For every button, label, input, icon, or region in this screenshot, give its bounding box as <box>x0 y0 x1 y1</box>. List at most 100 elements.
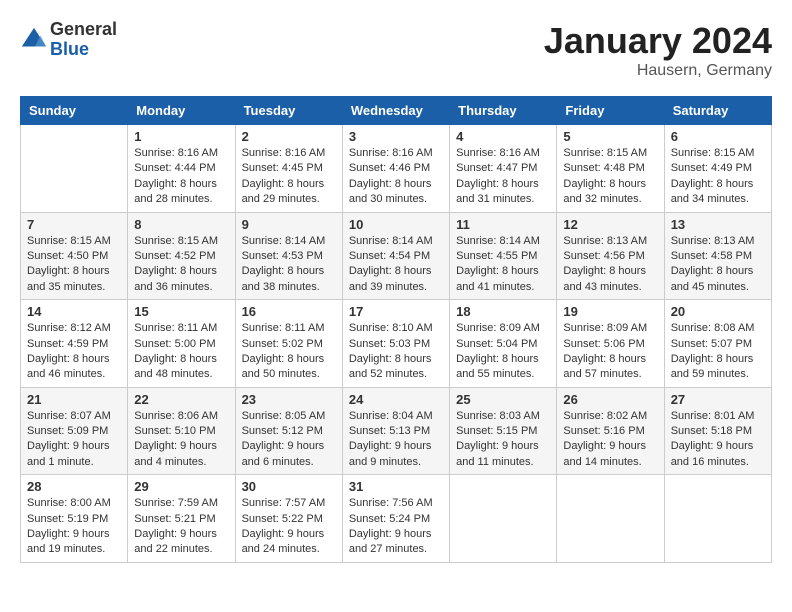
sunrise-text: Sunrise: 8:12 AM <box>27 321 121 336</box>
logo: General Blue <box>20 20 117 60</box>
day-number: 4 <box>456 129 550 144</box>
sunset-text: Sunset: 5:12 PM <box>242 424 336 439</box>
weekday-header-tuesday: Tuesday <box>235 97 342 125</box>
day-number: 26 <box>563 392 657 407</box>
day-info: Sunrise: 8:16 AMSunset: 4:47 PMDaylight:… <box>456 146 550 208</box>
weekday-header-thursday: Thursday <box>450 97 557 125</box>
calendar-cell: 24Sunrise: 8:04 AMSunset: 5:13 PMDayligh… <box>342 387 449 475</box>
calendar-cell: 9Sunrise: 8:14 AMSunset: 4:53 PMDaylight… <box>235 212 342 300</box>
calendar-cell: 31Sunrise: 7:56 AMSunset: 5:24 PMDayligh… <box>342 475 449 563</box>
day-number: 16 <box>242 304 336 319</box>
day-info: Sunrise: 8:11 AMSunset: 5:00 PMDaylight:… <box>134 321 228 383</box>
day-info: Sunrise: 8:00 AMSunset: 5:19 PMDaylight:… <box>27 496 121 558</box>
calendar-week-row: 1Sunrise: 8:16 AMSunset: 4:44 PMDaylight… <box>21 125 772 213</box>
sunset-text: Sunset: 4:44 PM <box>134 161 228 176</box>
sunrise-text: Sunrise: 8:14 AM <box>349 234 443 249</box>
sunset-text: Sunset: 5:22 PM <box>242 512 336 527</box>
day-number: 22 <box>134 392 228 407</box>
calendar-cell: 29Sunrise: 7:59 AMSunset: 5:21 PMDayligh… <box>128 475 235 563</box>
calendar-cell: 19Sunrise: 8:09 AMSunset: 5:06 PMDayligh… <box>557 300 664 388</box>
calendar-cell: 26Sunrise: 8:02 AMSunset: 5:16 PMDayligh… <box>557 387 664 475</box>
calendar-cell: 2Sunrise: 8:16 AMSunset: 4:45 PMDaylight… <box>235 125 342 213</box>
weekday-header-monday: Monday <box>128 97 235 125</box>
day-info: Sunrise: 8:15 AMSunset: 4:48 PMDaylight:… <box>563 146 657 208</box>
sunset-text: Sunset: 5:03 PM <box>349 337 443 352</box>
day-number: 11 <box>456 217 550 232</box>
daylight-text: Daylight: 9 hours and 24 minutes. <box>242 527 336 558</box>
sunrise-text: Sunrise: 8:15 AM <box>134 234 228 249</box>
day-info: Sunrise: 8:16 AMSunset: 4:45 PMDaylight:… <box>242 146 336 208</box>
calendar-week-row: 21Sunrise: 8:07 AMSunset: 5:09 PMDayligh… <box>21 387 772 475</box>
sunrise-text: Sunrise: 8:15 AM <box>563 146 657 161</box>
daylight-text: Daylight: 8 hours and 32 minutes. <box>563 177 657 208</box>
calendar-cell: 3Sunrise: 8:16 AMSunset: 4:46 PMDaylight… <box>342 125 449 213</box>
sunset-text: Sunset: 4:45 PM <box>242 161 336 176</box>
day-info: Sunrise: 8:16 AMSunset: 4:46 PMDaylight:… <box>349 146 443 208</box>
calendar-cell: 18Sunrise: 8:09 AMSunset: 5:04 PMDayligh… <box>450 300 557 388</box>
sunrise-text: Sunrise: 7:56 AM <box>349 496 443 511</box>
calendar-cell: 7Sunrise: 8:15 AMSunset: 4:50 PMDaylight… <box>21 212 128 300</box>
daylight-text: Daylight: 9 hours and 19 minutes. <box>27 527 121 558</box>
day-info: Sunrise: 8:07 AMSunset: 5:09 PMDaylight:… <box>27 409 121 471</box>
daylight-text: Daylight: 8 hours and 55 minutes. <box>456 352 550 383</box>
day-number: 14 <box>27 304 121 319</box>
calendar-cell: 22Sunrise: 8:06 AMSunset: 5:10 PMDayligh… <box>128 387 235 475</box>
sunset-text: Sunset: 4:54 PM <box>349 249 443 264</box>
sunset-text: Sunset: 5:00 PM <box>134 337 228 352</box>
daylight-text: Daylight: 8 hours and 28 minutes. <box>134 177 228 208</box>
day-info: Sunrise: 8:16 AMSunset: 4:44 PMDaylight:… <box>134 146 228 208</box>
daylight-text: Daylight: 8 hours and 50 minutes. <box>242 352 336 383</box>
daylight-text: Daylight: 9 hours and 9 minutes. <box>349 439 443 470</box>
day-info: Sunrise: 8:14 AMSunset: 4:55 PMDaylight:… <box>456 234 550 296</box>
sunset-text: Sunset: 5:24 PM <box>349 512 443 527</box>
logo-icon <box>20 26 48 54</box>
day-number: 23 <box>242 392 336 407</box>
daylight-text: Daylight: 9 hours and 27 minutes. <box>349 527 443 558</box>
sunrise-text: Sunrise: 8:00 AM <box>27 496 121 511</box>
day-info: Sunrise: 8:13 AMSunset: 4:56 PMDaylight:… <box>563 234 657 296</box>
sunrise-text: Sunrise: 8:16 AM <box>242 146 336 161</box>
daylight-text: Daylight: 9 hours and 16 minutes. <box>671 439 765 470</box>
day-info: Sunrise: 8:15 AMSunset: 4:50 PMDaylight:… <box>27 234 121 296</box>
calendar-cell: 30Sunrise: 7:57 AMSunset: 5:22 PMDayligh… <box>235 475 342 563</box>
day-number: 6 <box>671 129 765 144</box>
day-number: 28 <box>27 479 121 494</box>
day-number: 17 <box>349 304 443 319</box>
calendar-cell: 12Sunrise: 8:13 AMSunset: 4:56 PMDayligh… <box>557 212 664 300</box>
daylight-text: Daylight: 8 hours and 59 minutes. <box>671 352 765 383</box>
sunset-text: Sunset: 5:10 PM <box>134 424 228 439</box>
day-info: Sunrise: 8:15 AMSunset: 4:52 PMDaylight:… <box>134 234 228 296</box>
daylight-text: Daylight: 8 hours and 30 minutes. <box>349 177 443 208</box>
sunrise-text: Sunrise: 8:15 AM <box>27 234 121 249</box>
sunset-text: Sunset: 4:48 PM <box>563 161 657 176</box>
day-number: 20 <box>671 304 765 319</box>
calendar-cell: 10Sunrise: 8:14 AMSunset: 4:54 PMDayligh… <box>342 212 449 300</box>
month-title: January 2024 <box>544 20 772 62</box>
sunset-text: Sunset: 4:59 PM <box>27 337 121 352</box>
day-number: 5 <box>563 129 657 144</box>
sunrise-text: Sunrise: 8:15 AM <box>671 146 765 161</box>
sunrise-text: Sunrise: 8:16 AM <box>456 146 550 161</box>
calendar-cell <box>21 125 128 213</box>
sunset-text: Sunset: 4:56 PM <box>563 249 657 264</box>
calendar-cell <box>450 475 557 563</box>
sunset-text: Sunset: 5:13 PM <box>349 424 443 439</box>
location-text: Hausern, Germany <box>544 62 772 80</box>
sunset-text: Sunset: 4:46 PM <box>349 161 443 176</box>
sunset-text: Sunset: 4:52 PM <box>134 249 228 264</box>
daylight-text: Daylight: 9 hours and 14 minutes. <box>563 439 657 470</box>
day-info: Sunrise: 8:10 AMSunset: 5:03 PMDaylight:… <box>349 321 443 383</box>
calendar-cell: 20Sunrise: 8:08 AMSunset: 5:07 PMDayligh… <box>664 300 771 388</box>
sunset-text: Sunset: 5:19 PM <box>27 512 121 527</box>
calendar-cell <box>557 475 664 563</box>
day-info: Sunrise: 8:09 AMSunset: 5:06 PMDaylight:… <box>563 321 657 383</box>
sunset-text: Sunset: 4:58 PM <box>671 249 765 264</box>
calendar-cell: 25Sunrise: 8:03 AMSunset: 5:15 PMDayligh… <box>450 387 557 475</box>
sunset-text: Sunset: 5:15 PM <box>456 424 550 439</box>
daylight-text: Daylight: 9 hours and 6 minutes. <box>242 439 336 470</box>
page-header: General Blue January 2024 Hausern, Germa… <box>20 20 772 80</box>
sunrise-text: Sunrise: 8:14 AM <box>456 234 550 249</box>
sunrise-text: Sunrise: 8:08 AM <box>671 321 765 336</box>
day-info: Sunrise: 8:03 AMSunset: 5:15 PMDaylight:… <box>456 409 550 471</box>
day-number: 18 <box>456 304 550 319</box>
